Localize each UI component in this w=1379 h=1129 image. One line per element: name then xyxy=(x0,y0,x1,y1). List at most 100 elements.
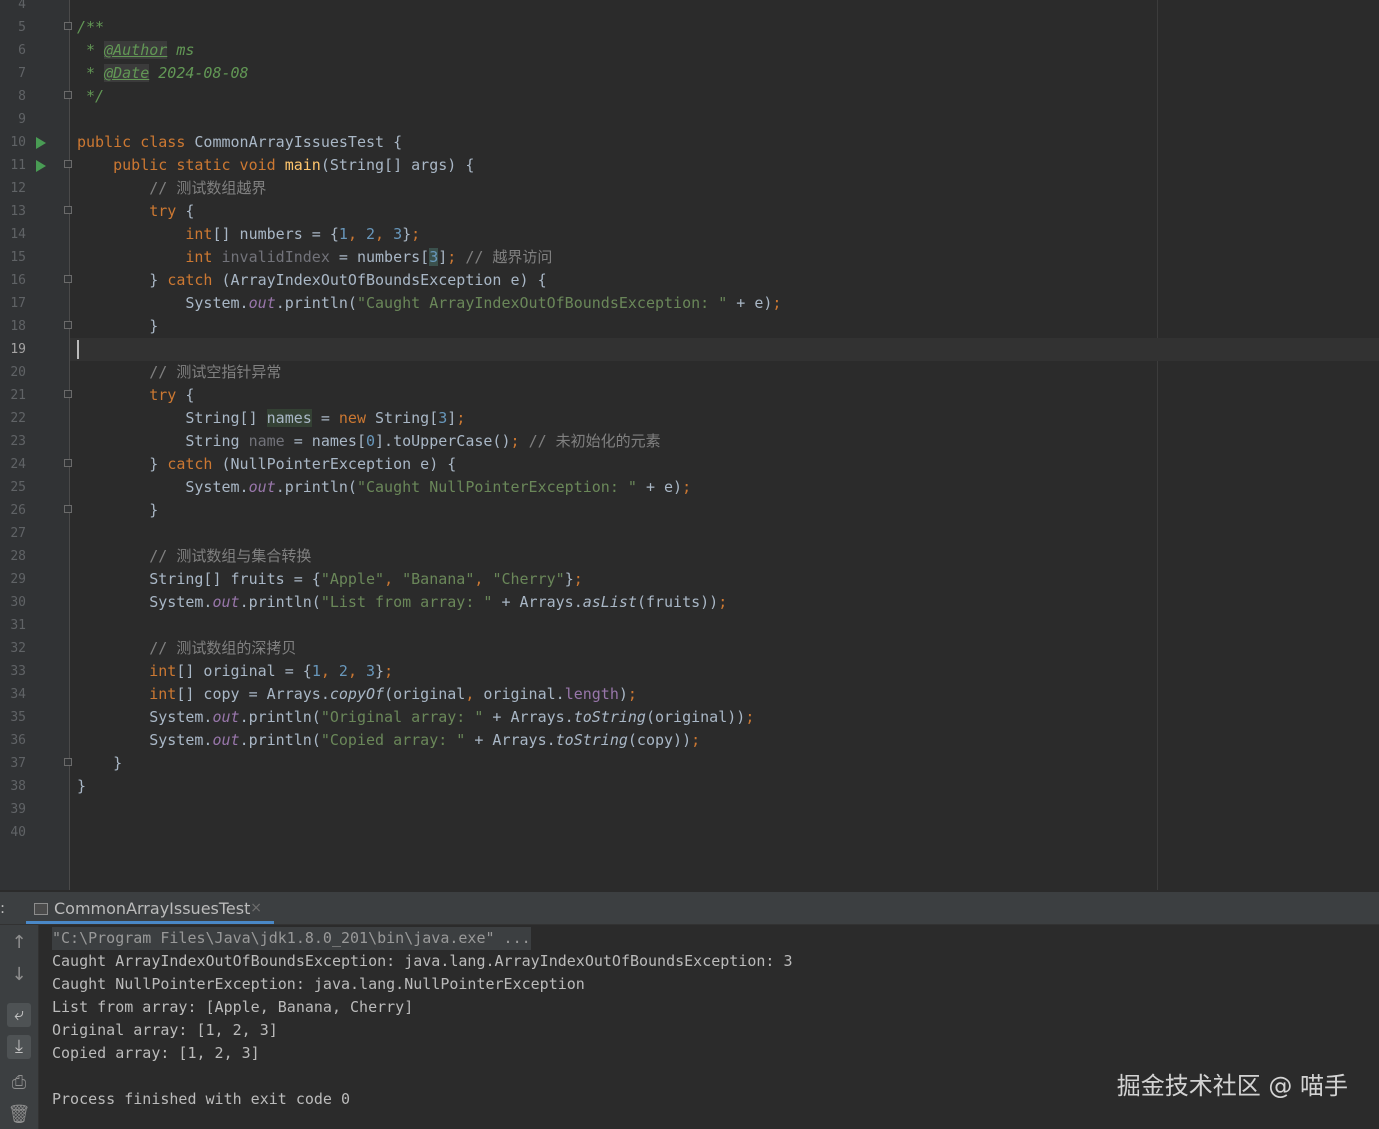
code-line[interactable]: 5 /** xyxy=(0,16,1379,39)
code-line[interactable]: 34 int[] copy = Arrays.copyOf(original, … xyxy=(0,683,1379,706)
code-token: ; xyxy=(627,685,637,703)
code-text: } catch (NullPointerException e) { xyxy=(77,453,456,476)
code-line[interactable]: 26 } xyxy=(0,499,1379,522)
code-token: "Copied array: " xyxy=(320,731,466,749)
fold-marker-icon[interactable] xyxy=(64,206,72,214)
code-token: .println( xyxy=(275,294,357,312)
code-token: "Caught ArrayIndexOutOfBoundsException: … xyxy=(356,294,728,312)
code-line[interactable]: 24 } catch (NullPointerException e) { xyxy=(0,453,1379,476)
fold-marker-icon[interactable] xyxy=(64,758,72,766)
line-number: 18 xyxy=(10,319,26,334)
code-line[interactable]: 7 * @Date 2024-08-08 xyxy=(0,62,1379,85)
code-line[interactable]: 14 int[] numbers = {1, 2, 3}; xyxy=(0,223,1379,246)
fold-marker-icon[interactable] xyxy=(64,91,72,99)
code-editor[interactable]: 4 5/** 6 * @Author ms 7 * @Date 2024-08-08 8… xyxy=(0,0,1379,890)
tab-run-configuration[interactable]: CommonArrayIssuesTest × xyxy=(26,893,274,924)
code-line[interactable]: 13 try { xyxy=(0,200,1379,223)
code-token: (String[] args) { xyxy=(320,156,475,174)
run-tool-window: : CommonArrayIssuesTest × ↑ ↓ ⤶ ⤓ ⎙ 🗑 "C:\Pro… xyxy=(0,892,1379,1129)
code-line[interactable]: 20 // 测试空指针异常 xyxy=(0,361,1379,384)
text-caret xyxy=(77,340,79,359)
fold-marker-icon[interactable] xyxy=(64,390,72,398)
code-line[interactable]: 33 int[] original = {1, 2, 3}; xyxy=(0,660,1379,683)
line-number: 14 xyxy=(10,227,26,242)
code-token: ; xyxy=(745,708,755,726)
code-line[interactable]: 6 * @Author ms xyxy=(0,39,1379,62)
fold-marker-icon[interactable] xyxy=(64,459,72,467)
scroll-to-end-icon[interactable]: ⤓ xyxy=(7,1035,31,1059)
code-token: copyOf xyxy=(329,685,385,703)
code-token: ; xyxy=(772,294,782,312)
code-line[interactable]: 38} xyxy=(0,775,1379,798)
code-text: // 测试数组的深拷贝 xyxy=(77,637,296,660)
code-line[interactable]: 25 System.out.println("Caught NullPointe… xyxy=(0,476,1379,499)
code-token: ; xyxy=(411,225,421,243)
soft-wrap-icon[interactable]: ⤶ xyxy=(7,1003,31,1027)
code-line[interactable]: 28 // 测试数组与集合转换 xyxy=(0,545,1379,568)
trash-icon[interactable]: 🗑 xyxy=(7,1103,31,1127)
code-line[interactable]: 17 System.out.println("Caught ArrayIndex… xyxy=(0,292,1379,315)
fold-marker-icon[interactable] xyxy=(64,22,72,30)
code-token: int xyxy=(77,225,213,243)
code-line[interactable]: 8 */ xyxy=(0,85,1379,108)
code-line[interactable]: 19 xyxy=(0,338,1379,361)
code-token: "Caught NullPointerException: " xyxy=(356,478,637,496)
code-line[interactable]: 16 } catch (ArrayIndexOutOfBoundsExcepti… xyxy=(0,269,1379,292)
line-number: 23 xyxy=(10,434,26,449)
code-token: } xyxy=(564,570,574,588)
code-token: // 越界访问 xyxy=(465,248,553,266)
fold-marker-icon[interactable] xyxy=(64,275,72,283)
code-line[interactable]: 27 xyxy=(0,522,1379,545)
code-token: (NullPointerException e) { xyxy=(221,455,457,473)
code-line[interactable]: 10 public class CommonArrayIssuesTest { xyxy=(0,131,1379,154)
code-token: ; xyxy=(384,662,394,680)
close-tab-icon[interactable]: × xyxy=(250,893,262,924)
code-token: main xyxy=(284,156,321,174)
code-token: (original)) xyxy=(645,708,746,726)
code-token: [] numbers = { xyxy=(212,225,339,243)
run-gutter-icon[interactable] xyxy=(36,160,46,172)
code-line[interactable]: 40 xyxy=(0,821,1379,844)
run-gutter-icon[interactable] xyxy=(36,137,46,149)
code-line[interactable]: 31 xyxy=(0,614,1379,637)
code-line[interactable]: 18 } xyxy=(0,315,1379,338)
print-icon[interactable]: ⎙ xyxy=(7,1071,31,1095)
code-line[interactable]: 32 // 测试数组的深拷贝 xyxy=(0,637,1379,660)
code-token: .println( xyxy=(239,708,321,726)
code-token: } xyxy=(77,317,159,335)
code-line[interactable]: 36 System.out.println("Copied array: " +… xyxy=(0,729,1379,752)
code-line[interactable]: 21 try { xyxy=(0,384,1379,407)
code-line[interactable]: 30 System.out.println("List from array: … xyxy=(0,591,1379,614)
code-text: } catch (ArrayIndexOutOfBoundsException … xyxy=(77,269,546,292)
code-text: System.out.println("Copied array: " + Ar… xyxy=(77,729,700,752)
fold-marker-icon[interactable] xyxy=(64,160,72,168)
down-arrow-icon[interactable]: ↓ xyxy=(7,963,31,987)
code-text: } xyxy=(77,775,86,798)
run-label: : xyxy=(0,899,6,917)
code-line[interactable]: 35 System.out.println("Original array: "… xyxy=(0,706,1379,729)
line-number: 40 xyxy=(10,825,26,840)
code-token: (original xyxy=(384,685,466,703)
code-line[interactable]: 23 String name = names[0].toUpperCase();… xyxy=(0,430,1379,453)
fold-marker-icon[interactable] xyxy=(64,505,72,513)
code-line[interactable]: 29 String[] fruits = {"Apple", "Banana",… xyxy=(0,568,1379,591)
code-token: // 测试数组越界 xyxy=(77,179,267,197)
up-arrow-icon[interactable]: ↑ xyxy=(7,931,31,955)
code-line[interactable]: 37 } xyxy=(0,752,1379,775)
code-token: * xyxy=(77,41,105,59)
code-line[interactable]: 11 public static void main(String[] args… xyxy=(0,154,1379,177)
line-number: 39 xyxy=(10,802,26,817)
console-output-line: Caught ArrayIndexOutOfBoundsException: j… xyxy=(52,952,793,970)
code-line[interactable]: 22 String[] names = new String[3]; xyxy=(0,407,1379,430)
line-number: 35 xyxy=(10,710,26,725)
code-line[interactable]: 15 int invalidIndex = numbers[3]; // 越界访… xyxy=(0,246,1379,269)
code-token: 3 xyxy=(366,662,376,680)
code-token: String[ xyxy=(375,409,439,427)
code-line[interactable]: 9 xyxy=(0,108,1379,131)
code-token: + Arrays. xyxy=(483,708,574,726)
code-line[interactable]: 39 xyxy=(0,798,1379,821)
fold-marker-icon[interactable] xyxy=(64,321,72,329)
code-text: try { xyxy=(77,200,194,223)
code-line[interactable]: 4 xyxy=(0,0,1379,16)
code-line[interactable]: 12 // 测试数组越界 xyxy=(0,177,1379,200)
